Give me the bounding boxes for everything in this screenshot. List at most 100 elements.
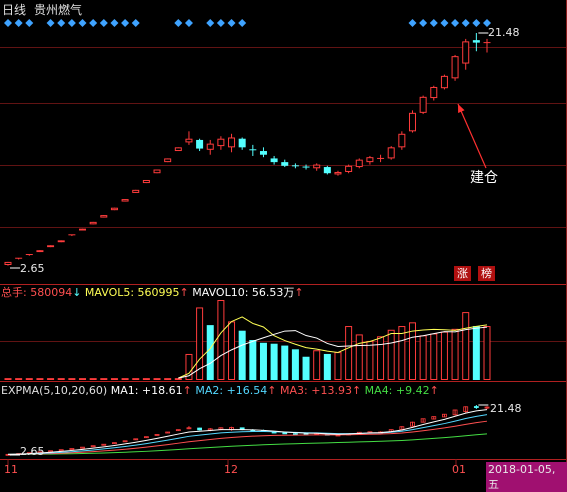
volume-bar xyxy=(132,378,140,380)
candle-body xyxy=(419,96,427,113)
volume-bar xyxy=(164,378,172,380)
candle-body xyxy=(451,56,459,79)
candle-body xyxy=(281,162,289,166)
signal-diamond xyxy=(121,19,130,27)
expma-low-label: 2.65 xyxy=(20,445,45,458)
volume-bar xyxy=(281,345,289,380)
rank-badge[interactable]: 榜 xyxy=(478,266,495,281)
expma-candle-body xyxy=(80,446,85,449)
volume-bar xyxy=(25,378,33,380)
volume-bar xyxy=(47,378,55,380)
volume-bar xyxy=(323,353,331,380)
expma-candle-body xyxy=(58,449,64,452)
volume-bar xyxy=(153,378,161,380)
candle-body xyxy=(334,171,342,175)
total-volume-arrow: ↓ xyxy=(72,286,82,299)
annotation-jiancang: 建仓 xyxy=(470,170,498,186)
volume-bar xyxy=(238,330,246,380)
signal-diamond xyxy=(472,19,481,27)
candle-body xyxy=(132,189,140,193)
volume-bar xyxy=(440,331,448,380)
x-label-nov: 11 xyxy=(4,463,18,476)
mavol5-value: MAVOL5: 560995 xyxy=(84,286,180,299)
volume-bar xyxy=(387,329,395,381)
signal-diamond xyxy=(89,19,98,27)
candle-body xyxy=(345,165,353,172)
signal-diamond xyxy=(25,19,34,27)
volume-bar xyxy=(142,378,150,380)
ma2-line xyxy=(7,414,488,455)
annotation-arrow xyxy=(457,103,487,169)
price-low-label: 2.65 xyxy=(20,262,45,275)
signal-diamond xyxy=(184,19,193,27)
volume-bar xyxy=(483,326,491,380)
candle-body xyxy=(323,167,331,174)
candle-body xyxy=(387,147,395,159)
volume-bar xyxy=(462,312,470,380)
volume-bar xyxy=(291,349,299,380)
expma-title: EXPMA(5,10,20,60) xyxy=(1,384,108,397)
signal-diamond xyxy=(206,19,215,27)
signal-diamond xyxy=(451,19,460,27)
total-volume: 总手: 580094 xyxy=(1,286,73,299)
limit-up-badge[interactable]: 涨 xyxy=(454,266,471,281)
candle-body xyxy=(355,159,363,168)
signal-diamond xyxy=(174,19,183,27)
volume-bar xyxy=(355,334,363,381)
volume-bar xyxy=(451,328,459,381)
candle-body xyxy=(89,221,97,225)
ma3-arrow: ↑ xyxy=(351,384,362,397)
volume-bar xyxy=(398,326,406,380)
volume-bar xyxy=(270,343,278,380)
ma1-value: MA1: +18.61 xyxy=(110,384,183,397)
signal-diamond xyxy=(419,19,428,27)
candle-body xyxy=(430,86,438,99)
candle-body xyxy=(270,158,278,163)
candle-body xyxy=(185,138,193,143)
candle-body xyxy=(153,169,161,174)
volume-bar xyxy=(89,378,97,380)
signal-diamond xyxy=(227,19,236,27)
candle-body xyxy=(206,143,214,150)
signal-diamond xyxy=(238,19,247,27)
price-chart[interactable] xyxy=(0,0,567,481)
ma2-arrow: ↑ xyxy=(267,384,277,397)
candle-body xyxy=(79,228,87,231)
signal-diamond xyxy=(461,19,470,27)
x-label-dec: 12 xyxy=(224,463,238,476)
signal-diamond xyxy=(57,19,66,27)
candle-body xyxy=(238,138,246,148)
volume-bar xyxy=(4,378,12,380)
volume-bar xyxy=(36,378,44,380)
candle-body xyxy=(472,40,480,43)
candle-body xyxy=(110,207,118,211)
volume-bar xyxy=(334,352,342,380)
ma4-value: MA4: +9.42 xyxy=(364,384,430,397)
x-label-jan: 01 xyxy=(452,463,466,476)
signal-diamond xyxy=(14,19,23,27)
mavol10-value: MAVOL10: 56.53万 xyxy=(192,286,295,299)
candle-body xyxy=(196,139,204,149)
candle-body xyxy=(398,133,406,148)
volume-bar xyxy=(366,340,374,381)
signal-diamond xyxy=(78,19,87,27)
expma-high-label: 21.48 xyxy=(490,402,522,415)
expma-header: EXPMA(5,10,20,60) MA1: +18.61↑ MA2: +16.… xyxy=(1,384,439,398)
candle-body xyxy=(440,75,448,89)
candle-body xyxy=(142,179,150,184)
expma-candle-body xyxy=(473,406,479,408)
ma3-value: MA3: +13.93 xyxy=(280,384,352,397)
candle-body xyxy=(228,137,236,148)
price-high-label: 21.48 xyxy=(488,26,520,39)
volume-header: 总手: 580094↓ MAVOL5: 560995↑ MAVOL10: 56.… xyxy=(1,286,304,300)
volume-bar xyxy=(68,378,76,380)
signal-diamond xyxy=(131,19,140,27)
expma-candle-body xyxy=(69,448,75,450)
candle-body xyxy=(462,41,470,64)
signal-diamond xyxy=(99,19,108,27)
signal-diamond xyxy=(110,19,119,27)
candle-body xyxy=(174,147,182,152)
ma4-arrow: ↑ xyxy=(429,384,439,397)
signal-diamond xyxy=(429,19,438,27)
candle-body xyxy=(164,158,172,163)
